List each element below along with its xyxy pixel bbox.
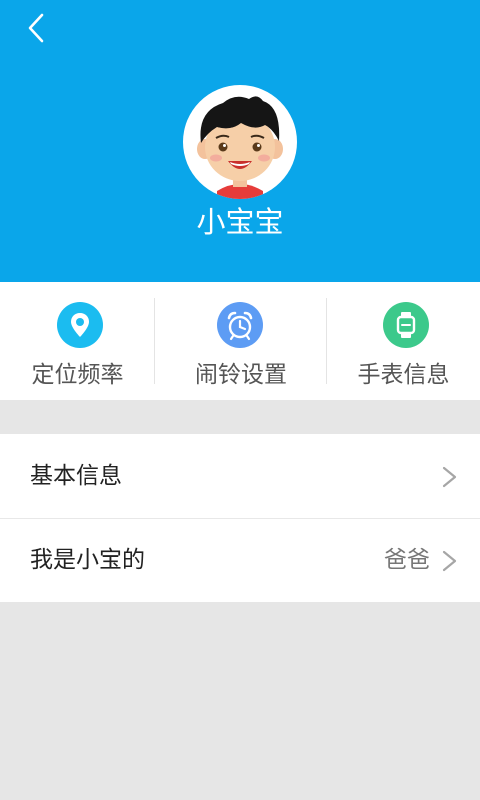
back-button[interactable] (18, 8, 58, 48)
basic-info-label: 基本信息 (30, 463, 122, 489)
relationship-label: 我是小宝的 (30, 547, 145, 573)
alarm-settings-label: 闹铃设置 (195, 362, 287, 388)
watch-info-label: 手表信息 (357, 362, 450, 388)
watch-icon (383, 302, 429, 348)
profile-name: 小宝宝 (196, 205, 284, 239)
location-frequency-button[interactable]: 定位频率 (0, 282, 155, 400)
basic-info-row[interactable]: 基本信息 (0, 434, 480, 518)
chevron-right-icon (442, 550, 457, 572)
watch-info-button[interactable]: 手表信息 (327, 282, 480, 400)
location-pin-icon (57, 302, 103, 348)
alarm-settings-button[interactable]: 闹铃设置 (155, 282, 327, 400)
boy-avatar-image (197, 96, 283, 199)
settings-list: 基本信息 我是小宝的 爸爸 (0, 434, 480, 602)
avatar[interactable] (183, 85, 297, 199)
location-frequency-label: 定位频率 (31, 362, 124, 388)
chevron-left-icon (28, 13, 44, 43)
relationship-value: 爸爸 (384, 547, 430, 573)
alarm-clock-icon (217, 302, 263, 348)
relationship-row[interactable]: 我是小宝的 爸爸 (0, 518, 480, 602)
section-gap (0, 400, 480, 434)
quick-actions-bar: 定位频率 闹铃设置 手表信息 (0, 282, 480, 400)
profile-header: 小宝宝 (0, 0, 480, 282)
chevron-right-icon (442, 466, 457, 488)
